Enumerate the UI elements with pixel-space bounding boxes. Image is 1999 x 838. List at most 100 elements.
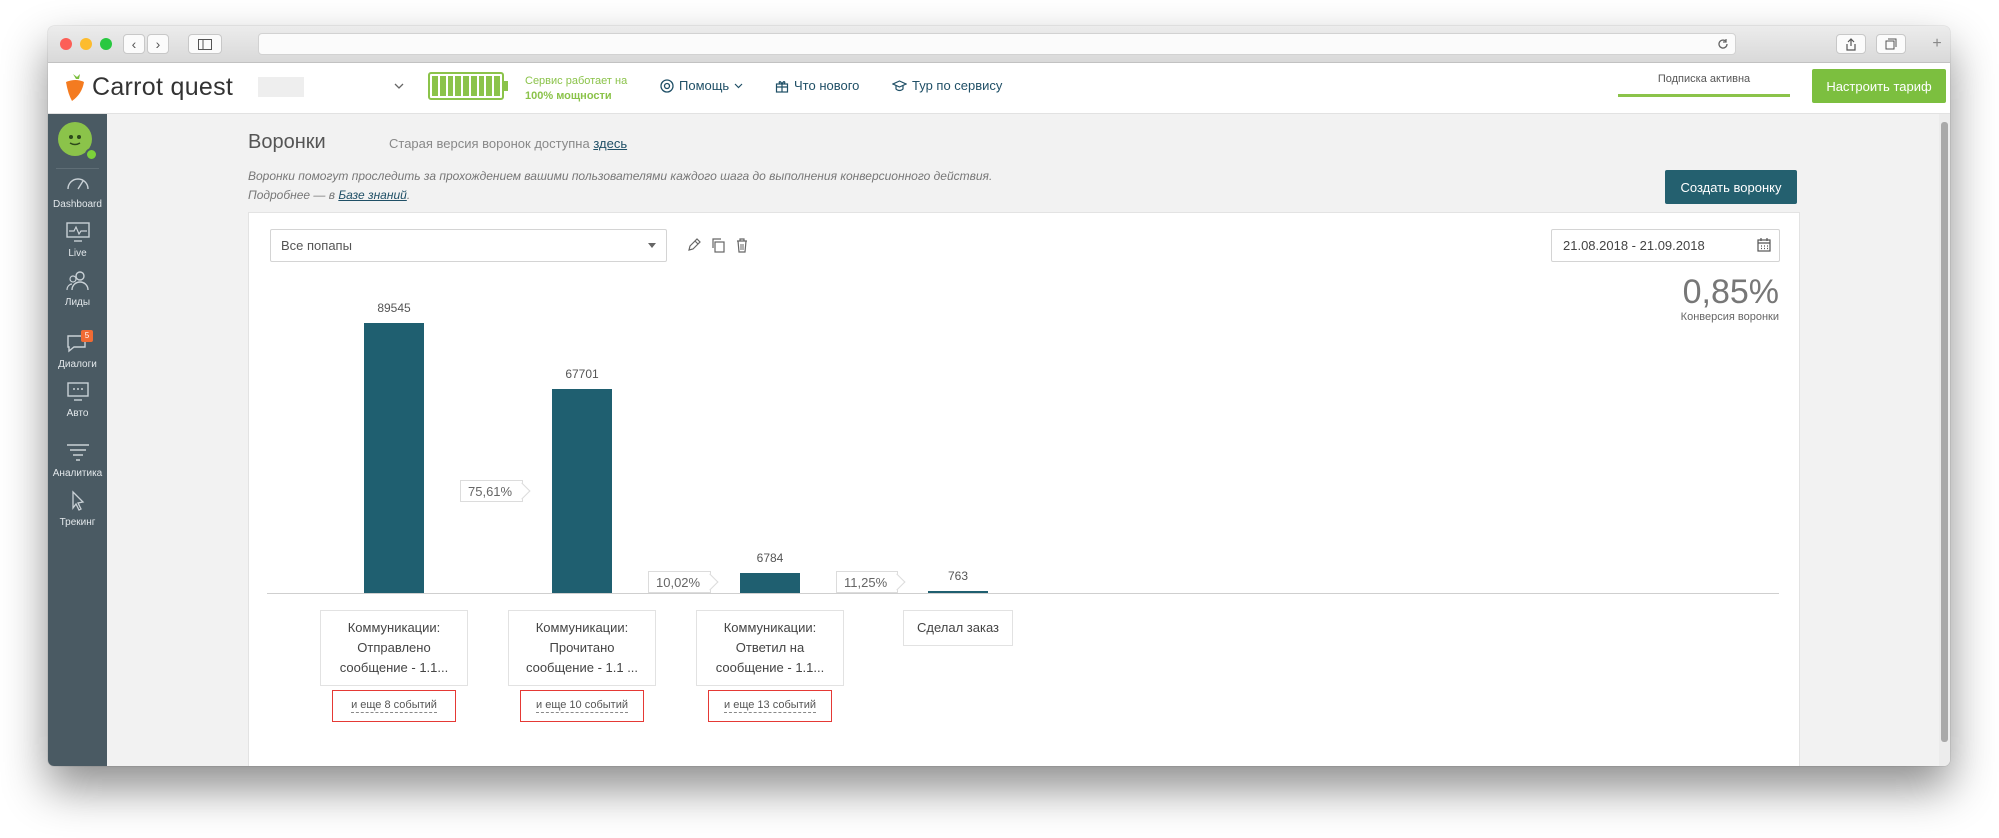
sidebar-item-auto[interactable]: Авто: [48, 381, 107, 419]
zoom-window-button[interactable]: [100, 38, 112, 50]
lifebuoy-icon: [660, 78, 674, 93]
sidebar-toggle-button[interactable]: [188, 34, 222, 54]
funnel-bar[interactable]: [740, 573, 800, 593]
project-name-placeholder: [258, 77, 304, 97]
more-info-text: Подробнее — в: [248, 188, 335, 202]
service-tour-label: Тур по сервису: [912, 78, 1003, 93]
sidebar-item-label: Live: [68, 248, 87, 259]
more-events-label: и еще 8 событий: [351, 699, 437, 713]
back-button[interactable]: ‹: [123, 34, 145, 54]
users-icon: [65, 271, 89, 291]
more-events-link[interactable]: и еще 10 событий: [520, 690, 644, 722]
step-label-line: сообщение - 1.1...: [339, 660, 449, 675]
chevron-down-icon: [394, 83, 404, 89]
page-title: Воронки: [248, 131, 326, 153]
online-status-dot: [85, 148, 98, 161]
funnel-step-card[interactable]: Коммуникации: Отправлено сообщение - 1.1..…: [320, 610, 468, 686]
page-description: Воронки помогут проследить за прохождени…: [248, 167, 992, 205]
filter-icon: [66, 444, 89, 461]
more-events-link[interactable]: и еще 13 событий: [708, 690, 832, 722]
service-power-text: 100% мощности: [525, 90, 612, 102]
description-text: Воронки помогут проследить за прохождени…: [248, 169, 993, 183]
sidebar-item-dialogs[interactable]: 5 Диалоги: [48, 330, 107, 370]
step-label-line: Отправлено: [357, 640, 431, 655]
pencil-icon[interactable]: [686, 237, 702, 253]
trash-icon[interactable]: [734, 237, 750, 253]
copy-icon[interactable]: [710, 237, 726, 253]
browser-titlebar: ‹ › +: [48, 26, 1950, 63]
service-status-text: Сервис работает на: [525, 75, 628, 87]
sidebar-item-label: Трекинг: [59, 517, 96, 528]
project-selector[interactable]: [258, 74, 410, 100]
step-label-line: Коммуникации:: [347, 620, 441, 635]
sidebar-item-label: Диалоги: [58, 359, 97, 370]
scrollbar-thumb[interactable]: [1941, 122, 1948, 742]
sidebar-item-leads[interactable]: Лиды: [48, 270, 107, 308]
service-status: Сервис работает на 100% мощности: [525, 74, 627, 104]
chevron-right-icon: ›: [155, 36, 161, 52]
reload-icon[interactable]: [1717, 38, 1729, 50]
app-header: Carrot quest Сервис работает на 100% мощ…: [48, 63, 1950, 114]
knowledge-base-link[interactable]: Базе знаний: [338, 188, 406, 202]
sidebar-item-live[interactable]: Live: [48, 221, 107, 259]
description-suffix: .: [406, 188, 411, 202]
sidebar-item-label: Dashboard: [53, 199, 102, 210]
sidebar-item-label: Аналитика: [52, 468, 103, 479]
funnel-bar[interactable]: [364, 323, 424, 593]
configure-tariff-button[interactable]: Настроить тариф: [1812, 69, 1946, 103]
tabs-overview-button[interactable]: [1876, 34, 1906, 54]
bar-value-label: 763: [947, 569, 969, 583]
sidebar-item-analytics[interactable]: Аналитика: [48, 441, 107, 479]
battery-icon: [428, 72, 504, 100]
funnel-step-card[interactable]: Сделал заказ: [903, 610, 1013, 646]
sidebar-item-label: Лиды: [64, 297, 91, 308]
step-label-line: Коммуникации:: [723, 620, 817, 635]
old-version-link[interactable]: здесь: [593, 136, 627, 151]
carrot-logo-icon[interactable]: [62, 74, 88, 102]
step-label-line: сообщение - 1.1...: [715, 660, 825, 675]
logo-text[interactable]: Carrot quest: [92, 73, 233, 102]
whats-new-link[interactable]: Что нового: [775, 78, 859, 93]
share-button[interactable]: [1836, 34, 1866, 54]
close-window-button[interactable]: [60, 38, 72, 50]
date-range-value: 21.08.2018 - 21.09.2018: [1563, 238, 1705, 253]
minimize-window-button[interactable]: [80, 38, 92, 50]
more-events-link[interactable]: и еще 8 событий: [332, 690, 456, 722]
sidebar-item-dashboard[interactable]: Dashboard: [48, 172, 107, 210]
subscription-status[interactable]: Подписка активна: [1618, 73, 1790, 85]
popup-select[interactable]: Все попапы: [270, 229, 667, 262]
more-events-label: и еще 10 событий: [536, 699, 628, 713]
bar-value-label: 89545: [377, 301, 411, 315]
create-funnel-button[interactable]: Создать воронку: [1665, 170, 1797, 204]
step-conversion-badge: 11,25%: [836, 571, 899, 593]
service-tour-link[interactable]: Тур по сервису: [892, 78, 1002, 93]
subscription-bar: [1618, 94, 1790, 97]
step-conversion-badge: 75,61%: [460, 480, 524, 502]
chart-baseline: [267, 593, 1779, 594]
new-tab-button[interactable]: +: [1926, 34, 1948, 54]
funnel-step-card[interactable]: Коммуникации: Прочитано сообщение - 1.1 ..…: [508, 610, 656, 686]
plus-icon: +: [1932, 35, 1942, 52]
sidebar: Dashboard Live Лиды 5 Диалоги Авто Анали…: [48, 114, 107, 766]
page-subtitle: Старая версия воронок доступна здесь: [389, 136, 627, 151]
date-range-picker[interactable]: 21.08.2018 - 21.09.2018: [1551, 229, 1780, 262]
address-bar[interactable]: [258, 33, 1736, 55]
bar-value-label: 6784: [756, 551, 784, 565]
scrollbar[interactable]: [1939, 114, 1950, 766]
battery-tip: [504, 81, 508, 91]
step-label-line: Прочитано: [549, 640, 615, 655]
funnel-bar[interactable]: [552, 389, 612, 593]
popup-select-value: Все попапы: [281, 238, 352, 253]
help-label: Помощь: [679, 78, 730, 93]
tabs-icon: [1885, 38, 1897, 50]
help-menu[interactable]: Помощь: [660, 78, 743, 93]
sidebar-item-tracking[interactable]: Трекинг: [48, 490, 107, 528]
funnel-card: Все попапы 21.08.2018 - 21.09.2018 0,85%…: [248, 212, 1800, 766]
calendar-icon: [1757, 238, 1771, 252]
sidebar-divider: [56, 168, 99, 169]
sidebar-icon: [198, 38, 212, 50]
cursor-icon: [71, 490, 84, 511]
funnel-step-card[interactable]: Коммуникации: Ответил на сообщение - 1.1..…: [696, 610, 844, 686]
forward-button[interactable]: ›: [147, 34, 169, 54]
caret-down-icon: [648, 243, 656, 248]
